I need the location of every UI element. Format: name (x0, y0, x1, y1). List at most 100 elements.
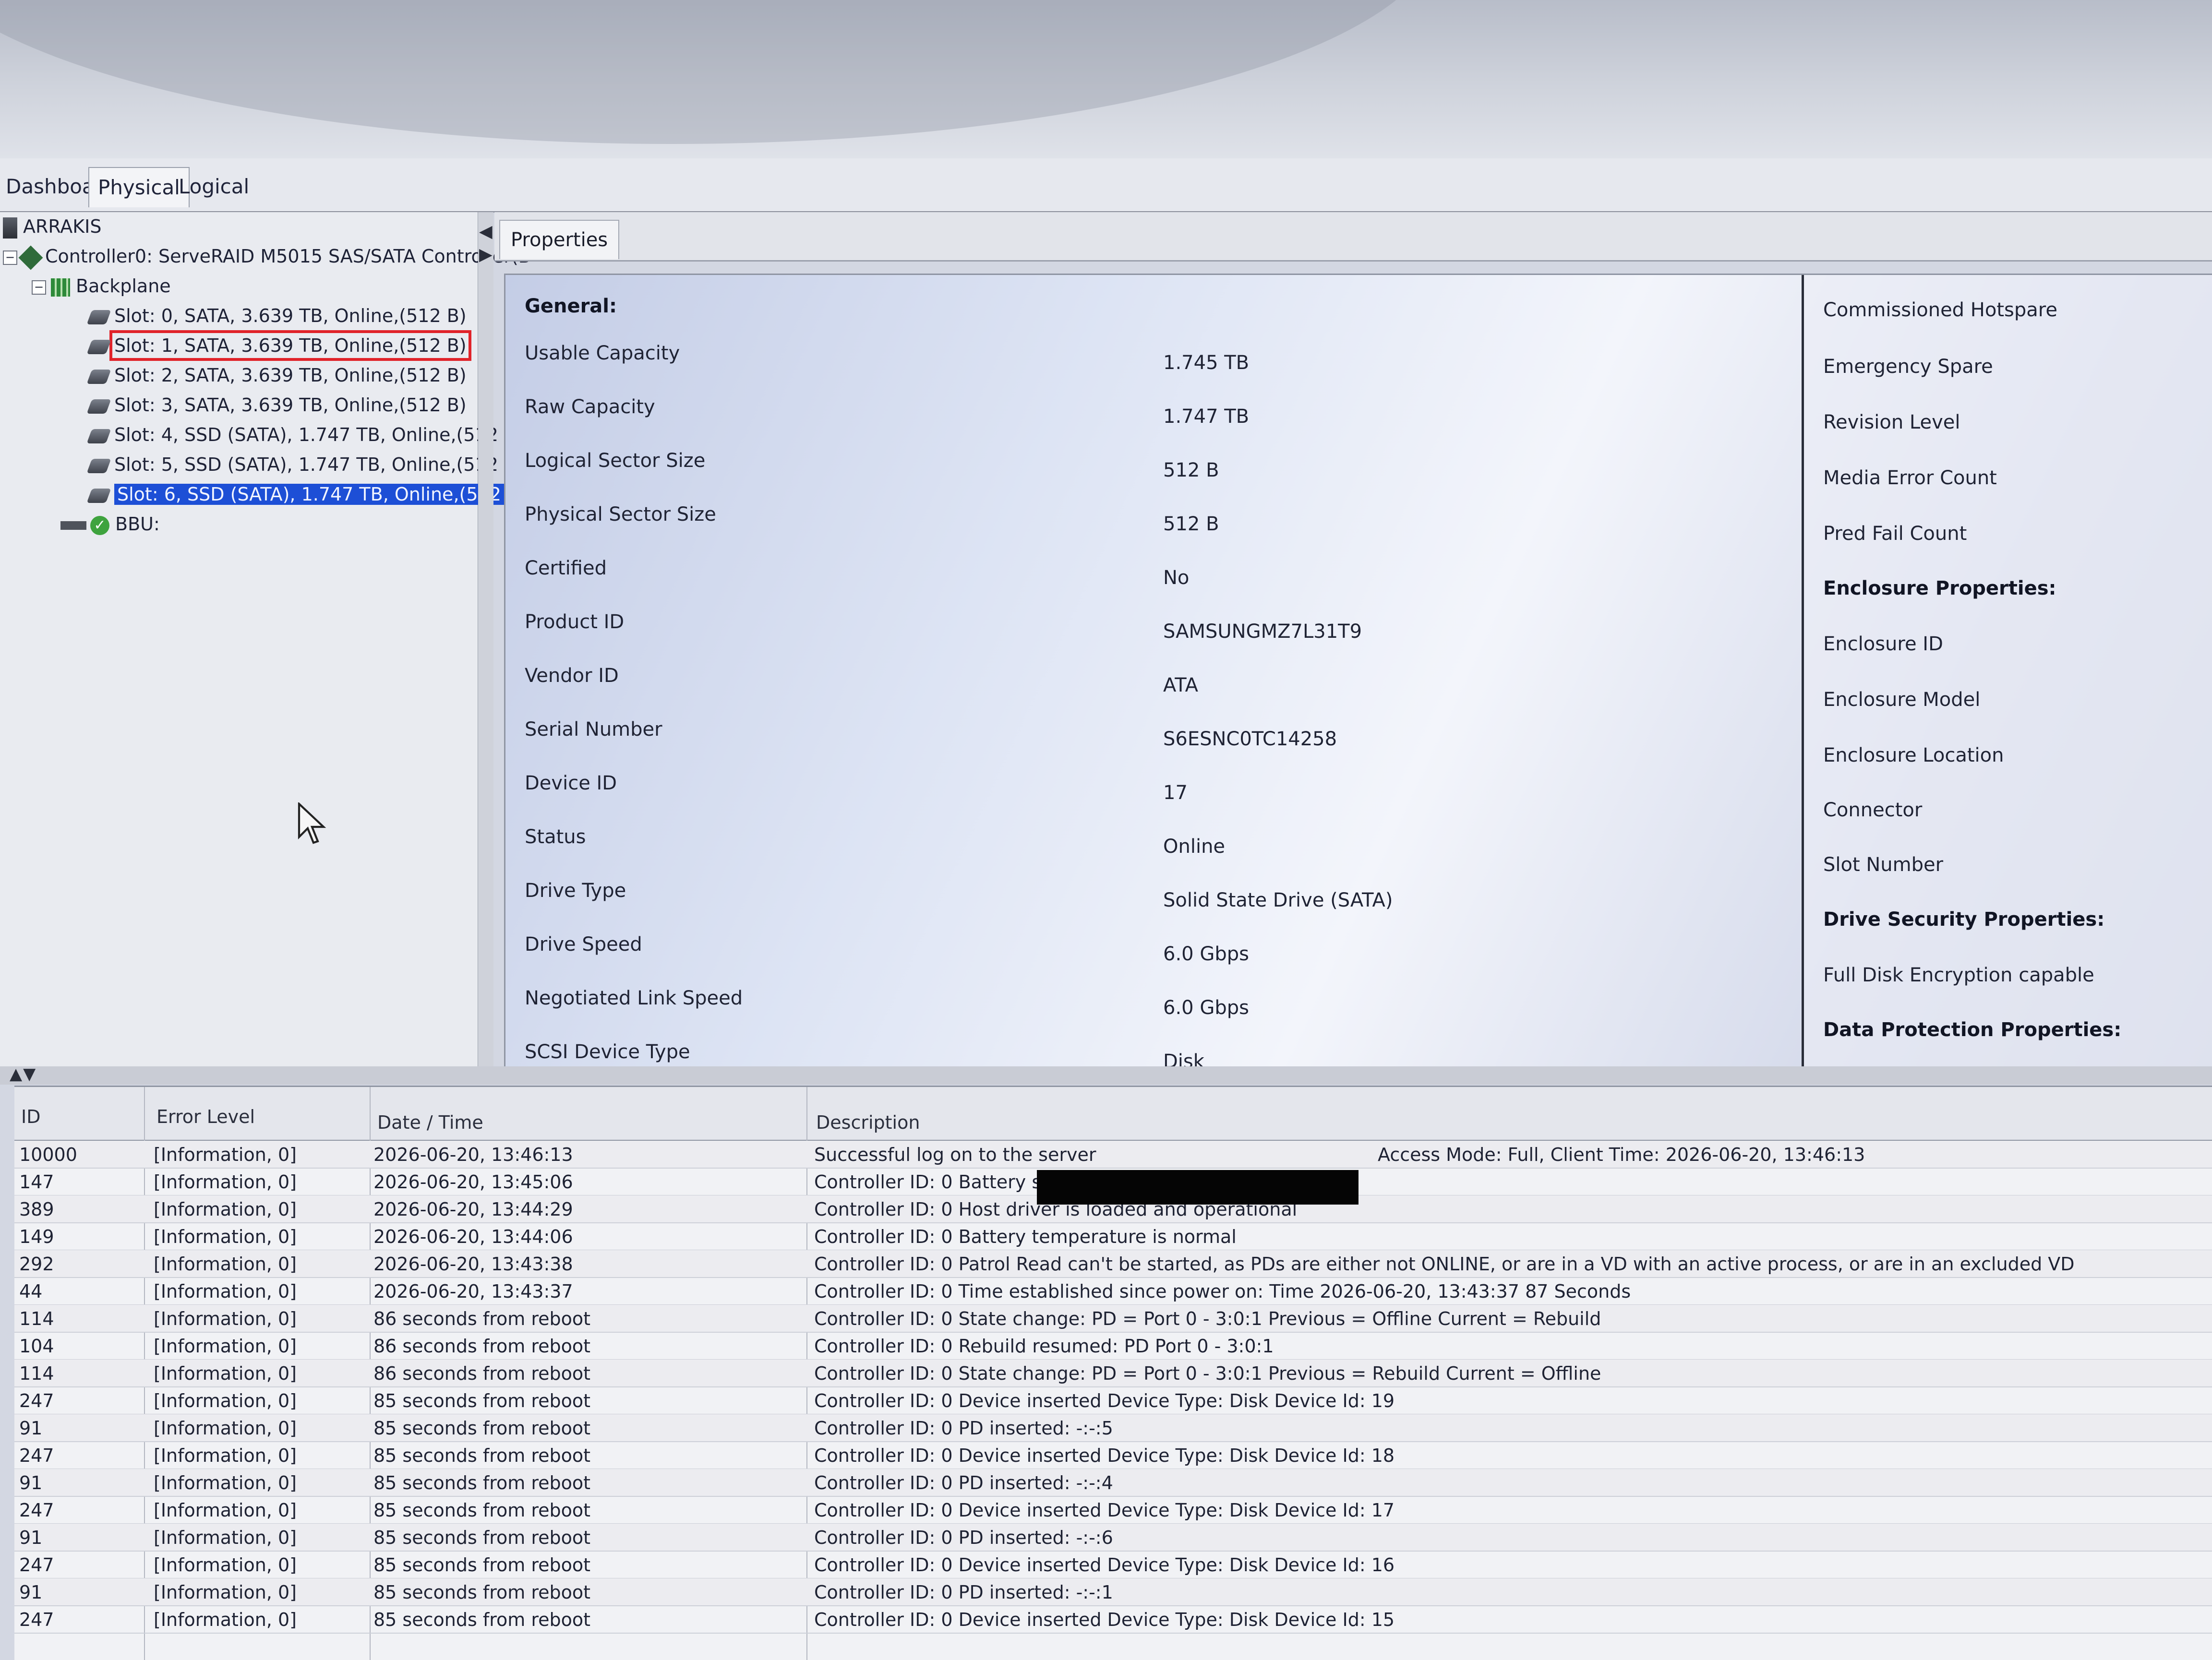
tree-item-slot-1[interactable]: Slot: 1, SATA, 3.639 TB, Online,(512 B) (86, 330, 471, 361)
tree-item-slot-3[interactable]: Slot: 3, SATA, 3.639 TB, Online,(512 B) (86, 391, 467, 419)
log-row[interactable]: 292 [Information, 0] 2026-06-20, 13:43:38 C… (14, 1250, 2212, 1278)
log-description: Controller ID: 0 PD inserted: -:-:4 (814, 1472, 1113, 1493)
property-label: Enclosure Model (1823, 689, 1981, 711)
main-tab-bar: Dashboard Physical Logical (0, 158, 2212, 213)
collapse-icon[interactable]: − (3, 250, 17, 265)
log-error-level: [Information, 0] (154, 1254, 297, 1275)
log-row[interactable]: 10000 [Information, 0] 2026-06-20, 13:46:1… (14, 1141, 2212, 1169)
tree-item-server[interactable]: ARRAKIS (3, 212, 102, 241)
log-date-time: 85 seconds from reboot (373, 1527, 591, 1548)
log-row[interactable]: 247 [Information, 0] 85 seconds from reboo… (14, 1551, 2212, 1579)
property-label: Media Error Count (1823, 467, 1997, 489)
collapse-left-icon[interactable]: ◀ (479, 222, 493, 241)
property-label: Usable Capacity (525, 342, 680, 364)
tree-item-slot-0[interactable]: Slot: 0, SATA, 3.639 TB, Online,(512 B) (86, 301, 467, 330)
property-label: Raw Capacity (525, 396, 655, 418)
log-header-row: ID Error Level Date / Time Description (14, 1087, 2212, 1141)
property-label: Connector (1823, 799, 1923, 821)
tab-properties[interactable]: Properties (499, 220, 620, 259)
desktop-background (0, 0, 2212, 158)
tree-label: Slot: 6, SSD (SATA), 1.747 TB, Online,(5… (114, 484, 523, 505)
drive-icon (86, 429, 111, 443)
log-splitter[interactable]: ▲▼ (0, 1064, 2212, 1085)
log-date-time: 85 seconds from reboot (373, 1445, 591, 1466)
log-error-level: [Information, 0] (154, 1336, 297, 1357)
tree-item-backplane[interactable]: − Backplane (32, 272, 171, 300)
log-error-level: [Information, 0] (154, 1171, 297, 1193)
property-value: 6.0 Gbps (1163, 943, 1249, 965)
log-row[interactable]: 91 [Information, 0] 85 seconds from reboot… (14, 1469, 2212, 1497)
property-value: SAMSUNGMZ7L31T9 (1163, 621, 1362, 643)
collapse-icon[interactable]: − (32, 280, 46, 295)
drive-icon (86, 458, 111, 473)
log-row[interactable]: 247 [Information, 0] 85 seconds from reboo… (14, 1606, 2212, 1634)
tree-item-slot-2[interactable]: Slot: 2, SATA, 3.639 TB, Online,(512 B) (86, 361, 467, 390)
log-description: Controller ID: 0 Device inserted Device … (814, 1390, 1395, 1411)
tree-item-slot-5[interactable]: Slot: 5, SSD (SATA), 1.747 TB, Online,(5… (86, 450, 517, 479)
log-row[interactable]: 247 [Information, 0] 85 seconds from reboo… (14, 1496, 2212, 1524)
log-row[interactable]: 44 [Information, 0] 2026-06-20, 13:43:37 Co… (14, 1278, 2212, 1305)
tree-item-slot-4[interactable]: Slot: 4, SSD (SATA), 1.747 TB, Online,(5… (86, 420, 517, 449)
property-label: Physical Sector Size (525, 503, 716, 525)
property-label: Status (525, 826, 586, 848)
drive-icon (86, 310, 111, 324)
log-date-time: 85 seconds from reboot (373, 1609, 591, 1630)
expand-right-icon[interactable]: ▶ (479, 245, 493, 264)
log-id: 91 (19, 1582, 43, 1603)
controller-icon (18, 245, 43, 270)
log-row[interactable]: 114 [Information, 0] 86 seconds from reboo… (14, 1305, 2212, 1333)
log-row[interactable]: 91 [Information, 0] 85 seconds from reboot… (14, 1578, 2212, 1606)
log-description: Controller ID: 0 Battery temperature is … (814, 1226, 1237, 1247)
log-row[interactable]: 114 [Information, 0] 86 seconds from reboo… (14, 1360, 2212, 1387)
log-id: 114 (19, 1308, 54, 1329)
log-row[interactable]: 91 [Information, 0] 85 seconds from reboot… (14, 1524, 2212, 1552)
log-row[interactable]: 247 [Information, 0] 85 seconds from reboo… (14, 1387, 2212, 1415)
log-row[interactable]: 247 [Information, 0] 85 seconds from reboo… (14, 1442, 2212, 1469)
drive-icon (86, 488, 111, 503)
log-id: 91 (19, 1472, 43, 1493)
log-id: 114 (19, 1363, 54, 1384)
log-row[interactable]: 149 [Information, 0] 2026-06-20, 13:44:06 C… (14, 1223, 2212, 1251)
tree-item-slot-6[interactable]: Slot: 6, SSD (SATA), 1.747 TB, Online,(5… (86, 480, 523, 509)
log-date-time: 2026-06-20, 13:44:06 (373, 1226, 573, 1247)
log-row[interactable]: 91 [Information, 0] 85 seconds from reboot… (14, 1414, 2212, 1442)
tree-label: Backplane (76, 275, 171, 297)
tree-label: ARRAKIS (23, 216, 102, 237)
header-description[interactable]: Description (816, 1112, 920, 1133)
tree-label: BBU: (115, 514, 160, 535)
property-section-title: Data Protection Properties: (1823, 1019, 2122, 1041)
property-value: No (1163, 567, 1190, 589)
header-id[interactable]: ID (21, 1106, 40, 1127)
log-error-level: [Information, 0] (154, 1500, 297, 1521)
log-date-time: 2026-06-20, 13:44:29 (373, 1199, 573, 1220)
log-date-time: 2026-06-20, 13:43:38 (373, 1254, 573, 1275)
panel-splitter[interactable]: ◀ ▶ (478, 212, 493, 1066)
tree-item-bbu[interactable]: ✓ BBU: (60, 510, 160, 538)
tree-label: Controller0: ServeRAID M5015 SAS/SATA Co… (45, 246, 531, 267)
property-value: 1.745 TB (1163, 352, 1250, 374)
log-id: 247 (19, 1609, 54, 1630)
general-section-title: General: (525, 295, 617, 317)
log-id: 91 (19, 1418, 43, 1439)
header-date-time[interactable]: Date / Time (377, 1112, 483, 1133)
property-value: Disk (1163, 1051, 1204, 1068)
log-date-time: 86 seconds from reboot (373, 1363, 591, 1384)
properties-tab-bar: Properties (494, 212, 2212, 262)
log-row[interactable]: 104 [Information, 0] 86 seconds from reboo… (14, 1332, 2212, 1360)
header-error-level[interactable]: Error Level (156, 1106, 255, 1127)
log-description: Controller ID: 0 Device inserted Device … (814, 1445, 1395, 1466)
expand-collapse-icon[interactable]: ▲▼ (10, 1064, 36, 1084)
background-swoosh (0, 0, 1440, 144)
tree-item-controller[interactable]: − Controller0: ServeRAID M5015 SAS/SATA C… (3, 242, 531, 271)
properties-extra: Commissioned Hotspare Emergency Spare Medi… (1802, 275, 2212, 1067)
log-description: Controller ID: 0 Device inserted Device … (814, 1609, 1395, 1630)
log-id: 247 (19, 1445, 54, 1466)
log-error-level: [Information, 0] (154, 1308, 297, 1329)
log-date-time: 85 seconds from reboot (373, 1418, 591, 1439)
tab-logical[interactable]: Logical (170, 167, 258, 206)
log-error-level: [Information, 0] (154, 1226, 297, 1247)
log-id: 104 (19, 1336, 54, 1357)
log-id: 147 (19, 1171, 54, 1193)
log-error-level: [Information, 0] (154, 1582, 297, 1603)
log-description: Controller ID: 0 PD inserted: -:-:1 (814, 1582, 1113, 1603)
